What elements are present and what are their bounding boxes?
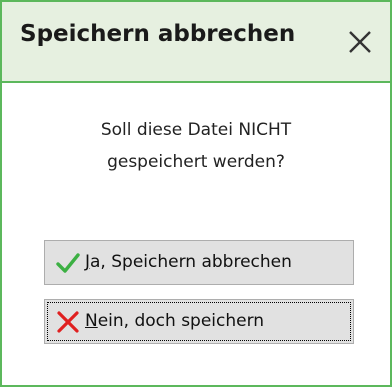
yes-label-text: a, Speichern abbrechen [90,252,292,272]
checkmark-icon [56,253,80,273]
yes-button-label: Ja, Speichern abbrechen [85,252,292,272]
no-button-label: Nein, doch speichern [85,311,264,331]
dialog-window: Speichern abbrechen Soll diese Datei NIC… [0,0,392,387]
close-icon[interactable] [346,28,374,56]
no-mnemonic: N [85,311,98,331]
no-label-text: ein, doch speichern [97,311,265,331]
no-save-anyway-button[interactable]: Nein, doch speichern [44,299,354,344]
dialog-titlebar: Speichern abbrechen [2,2,390,83]
message-line-1: Soll diese Datei NICHT [100,120,292,140]
yes-cancel-save-button[interactable]: Ja, Speichern abbrechen [44,240,354,285]
dialog-title: Speichern abbrechen [20,21,296,47]
cross-icon [57,311,79,333]
dialog-message: Soll diese Datei NICHT gespeichert werde… [2,114,390,178]
message-line-2: gespeichert werden? [107,152,285,172]
